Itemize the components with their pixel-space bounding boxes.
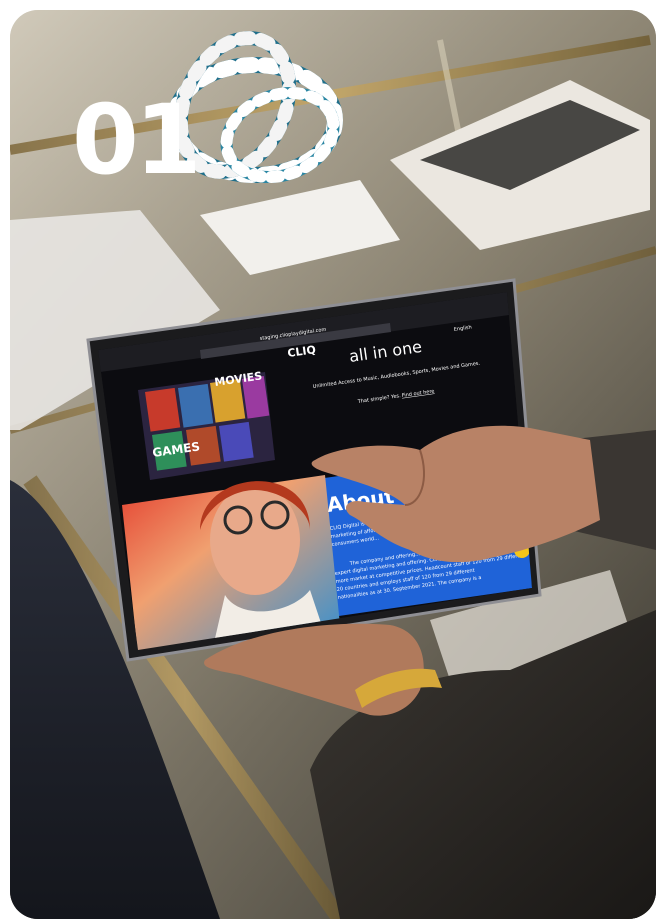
step-number: 01 xyxy=(72,84,202,196)
photo-card: CLIQ staging.clioplaydigital.com English… xyxy=(10,10,656,919)
